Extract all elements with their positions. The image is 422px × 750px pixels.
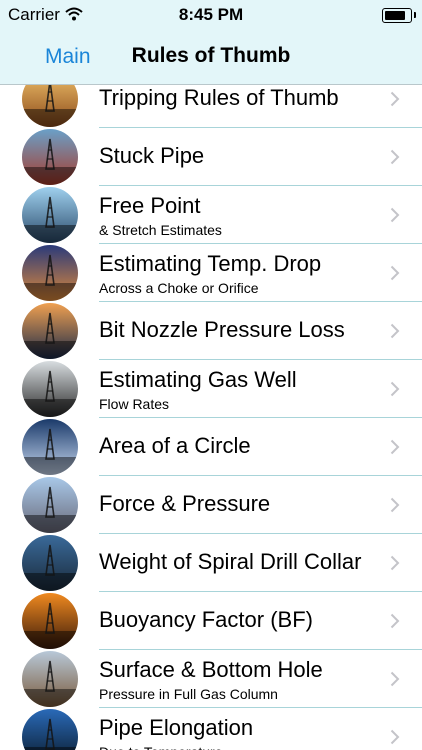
list-item[interactable]: Force & Pressure [0,476,422,534]
offshore-platform-icon [22,187,78,243]
page-title: Rules of Thumb [131,44,291,67]
rig-ship-night-icon [22,419,78,475]
workers-sunset-icon [22,709,78,750]
item-sublabel: & Stretch Estimates [99,222,222,238]
jackup-rig-icon [22,651,78,707]
chevron-right-icon [390,555,400,571]
item-sublabel: Due to Temperature [99,744,222,750]
pump-jack-sunset-icon [22,593,78,649]
list-item[interactable]: Estimating Temp. Drop Across a Choke or … [0,244,422,302]
item-label: Stuck Pipe [99,143,205,168]
battery-icon [382,8,416,23]
pump-jack-icon [22,535,78,591]
item-label: Area of a Circle [99,433,251,458]
status-bar: Carrier 8:45 PM [0,0,422,30]
item-label: Bit Nozzle Pressure Loss [99,317,345,342]
item-label: Surface & Bottom Hole [99,657,323,682]
navigation-bar: Main Rules of Thumb [0,30,422,85]
chevron-right-icon [390,439,400,455]
item-label: Free Point [99,193,201,218]
land-rig-icon [22,477,78,533]
drill-ship-icon [22,129,78,185]
list-item[interactable]: Buoyancy Factor (BF) [0,592,422,650]
item-label: Buoyancy Factor (BF) [99,607,313,632]
oil-derrick-sunset-icon [22,85,78,127]
item-label: Pipe Elongation [99,715,254,740]
item-label: Force & Pressure [99,491,271,516]
list-item[interactable]: Pipe Elongation Due to Temperature [0,708,422,750]
item-sublabel: Across a Choke or Orifice [99,280,259,296]
chevron-right-icon [390,207,400,223]
chevron-right-icon [390,149,400,165]
item-sublabel: Flow Rates [99,396,170,412]
chevron-right-icon [390,91,400,107]
list-item[interactable]: Area of a Circle [0,418,422,476]
item-label: Weight of Spiral Drill Collar [99,549,362,574]
list-item[interactable]: Stuck Pipe [0,128,422,186]
platform-night-icon [22,245,78,301]
rig-silhouette-icon [22,303,78,359]
chevron-right-icon [390,323,400,339]
list-item[interactable]: Free Point & Stretch Estimates [0,186,422,244]
item-sublabel: Pressure in Full Gas Column [99,686,278,702]
rules-list[interactable]: Tripping Rules of Thumb Stuck Pipe Free … [0,85,422,750]
list-item[interactable]: Bit Nozzle Pressure Loss [0,302,422,360]
chevron-right-icon [390,381,400,397]
list-item[interactable]: Estimating Gas Well Flow Rates [0,360,422,418]
list-item[interactable]: Tripping Rules of Thumb [0,85,422,128]
item-label: Tripping Rules of Thumb [99,85,339,110]
chevron-right-icon [390,671,400,687]
battery-fill [385,11,406,20]
chevron-right-icon [390,265,400,281]
rules-rows: Tripping Rules of Thumb Stuck Pipe Free … [0,85,422,750]
chevron-right-icon [390,729,400,745]
worker-silhouette-icon [22,361,78,417]
list-item[interactable]: Weight of Spiral Drill Collar [0,534,422,592]
clock: 8:45 PM [178,5,244,24]
chevron-right-icon [390,613,400,629]
item-label: Estimating Temp. Drop [99,251,322,276]
chevron-right-icon [390,497,400,513]
list-item[interactable]: Surface & Bottom Hole Pressure in Full G… [0,650,422,708]
item-label: Estimating Gas Well [99,367,297,392]
